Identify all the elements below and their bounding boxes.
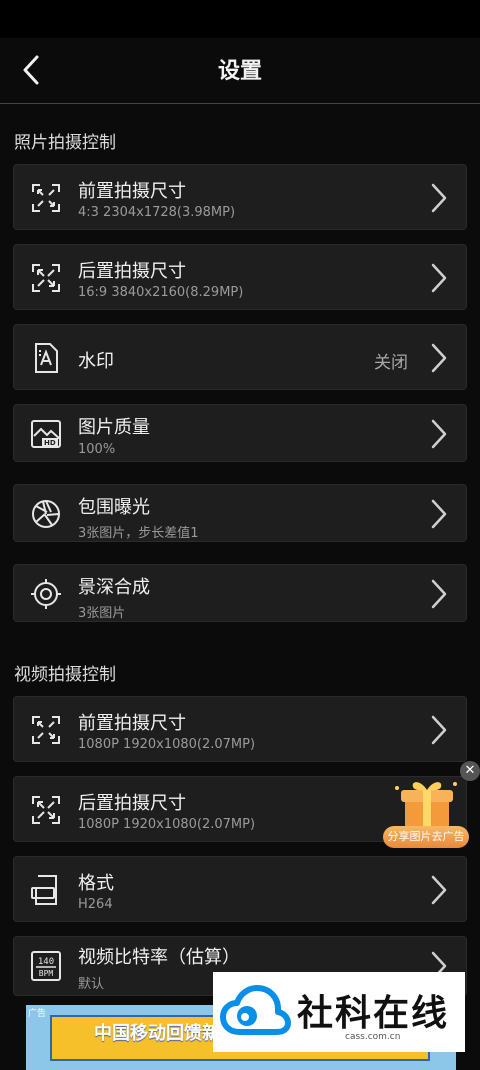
ad-tag: 广告 [28, 1009, 47, 1019]
close-gift-button[interactable]: ✕ [460, 761, 480, 781]
page-title: 设置 [217, 59, 262, 84]
setting-subtitle: 16:9 3840x2160(8.29MP) [78, 285, 244, 300]
setting-title: 前置拍摄尺寸 [78, 181, 186, 202]
chevron-right-icon [428, 873, 450, 907]
setting-row-image-quality[interactable]: HD 图片质量 100% [13, 404, 467, 462]
setting-subtitle: 3张图片，步长差值1 [78, 526, 199, 541]
setting-row-watermark[interactable]: 水印 关闭 [13, 324, 467, 390]
gift-box-icon [395, 782, 457, 828]
setting-subtitle: 100% [78, 442, 116, 457]
bitrate-icon: 140 BPM [30, 950, 62, 982]
setting-subtitle: 1080P 1920x1080(2.07MP) [78, 817, 256, 832]
gift-label: 分享图片去广告 [383, 826, 469, 848]
site-watermark: 社科在线 cass.com.cn [213, 972, 465, 1052]
focus-target-icon [30, 578, 62, 610]
cloud-logo-icon [220, 985, 291, 1035]
chevron-right-icon [428, 713, 450, 747]
top-bar: 设置 [0, 38, 480, 104]
setting-subtitle: H264 [78, 897, 113, 912]
svg-text:HD: HD [44, 439, 56, 447]
setting-title: 水印 [78, 351, 114, 372]
section-title-photo: 照片拍摄控制 [14, 133, 116, 153]
setting-value: 关闭 [374, 353, 408, 373]
setting-row-bracket-exposure[interactable]: 包围曝光 3张图片，步长差值1 [13, 484, 467, 542]
setting-row-photo-rear-size[interactable]: 后置拍摄尺寸 16:9 3840x2160(8.29MP) [13, 244, 467, 310]
image-quality-icon: HD [30, 418, 62, 450]
chevron-right-icon [428, 577, 450, 611]
ad-text: 中国移动回馈新 [94, 1023, 220, 1044]
chevron-right-icon [428, 341, 450, 375]
site-url: cass.com.cn [345, 1032, 401, 1042]
front-size-icon [30, 714, 62, 746]
setting-title: 景深合成 [78, 577, 150, 598]
rear-size-icon [30, 794, 62, 826]
aperture-icon [30, 498, 62, 530]
chevron-right-icon [428, 181, 450, 215]
setting-subtitle: 3张图片 [78, 606, 126, 621]
chevron-right-icon [428, 261, 450, 295]
rear-size-icon [30, 262, 62, 294]
watermark-icon [30, 342, 62, 374]
setting-subtitle: 1080P 1920x1080(2.07MP) [78, 737, 256, 752]
bitrate-icon-top-text: 140 [38, 957, 54, 967]
chevron-right-icon [428, 417, 450, 451]
chevron-right-icon [428, 497, 450, 531]
status-bar [0, 0, 480, 38]
share-gift-button[interactable]: 分享图片去广告 [383, 776, 469, 848]
setting-title: 后置拍摄尺寸 [78, 261, 186, 282]
setting-row-photo-front-size[interactable]: 前置拍摄尺寸 4:3 2304x1728(3.98MP) [13, 164, 467, 230]
setting-title: 包围曝光 [78, 497, 150, 518]
section-title-video: 视频拍摄控制 [14, 665, 116, 685]
setting-title: 视频比特率（估算） [78, 947, 240, 968]
setting-title: 图片质量 [78, 417, 150, 438]
setting-title: 前置拍摄尺寸 [78, 713, 186, 734]
setting-title: 格式 [78, 873, 114, 894]
setting-subtitle: 4:3 2304x1728(3.98MP) [78, 205, 236, 220]
bitrate-icon-bottom-text: BPM [39, 969, 54, 978]
format-icon [30, 874, 62, 906]
front-size-icon [30, 182, 62, 214]
site-name: 社科在线 [297, 993, 450, 1034]
setting-row-video-format[interactable]: 格式 H264 [13, 856, 467, 922]
setting-title: 后置拍摄尺寸 [78, 793, 186, 814]
setting-row-video-front-size[interactable]: 前置拍摄尺寸 1080P 1920x1080(2.07MP) [13, 696, 467, 762]
setting-row-focus-stacking[interactable]: 景深合成 3张图片 [13, 564, 467, 622]
setting-subtitle: 默认 [78, 977, 105, 992]
